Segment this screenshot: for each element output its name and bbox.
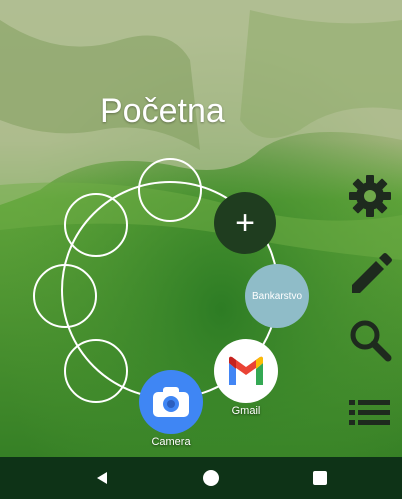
gmail-app-button[interactable] bbox=[214, 339, 278, 403]
app-ring bbox=[61, 181, 279, 399]
empty-slot[interactable] bbox=[138, 158, 202, 222]
navigation-bar bbox=[0, 457, 402, 499]
pencil-icon bbox=[352, 253, 392, 293]
search-button[interactable] bbox=[346, 316, 394, 364]
bank-app-label: Bankarstvo bbox=[251, 290, 303, 302]
empty-slot[interactable] bbox=[64, 193, 128, 257]
nav-home-button[interactable] bbox=[181, 457, 241, 499]
camera-icon bbox=[153, 387, 189, 417]
empty-slot[interactable] bbox=[64, 339, 128, 403]
bank-app-button[interactable]: Bankarstvo bbox=[245, 264, 309, 328]
camera-app-button[interactable] bbox=[139, 370, 203, 434]
gmail-icon bbox=[229, 356, 263, 385]
list-icon bbox=[349, 400, 390, 425]
home-icon bbox=[203, 470, 219, 486]
search-icon bbox=[350, 320, 392, 362]
gear-icon bbox=[349, 175, 391, 217]
empty-slot[interactable] bbox=[33, 264, 97, 328]
back-icon bbox=[97, 472, 107, 484]
add-app-button[interactable]: + bbox=[214, 192, 276, 254]
edit-button[interactable] bbox=[346, 249, 394, 297]
nav-recents-button[interactable] bbox=[290, 457, 350, 499]
recents-icon bbox=[313, 471, 327, 485]
app-list-button[interactable] bbox=[346, 388, 394, 436]
gmail-app-label: Gmail bbox=[231, 405, 261, 417]
nav-back-button[interactable] bbox=[72, 457, 132, 499]
plus-icon: + bbox=[235, 204, 255, 242]
camera-app-label: Camera bbox=[151, 436, 191, 448]
settings-button[interactable] bbox=[346, 172, 394, 220]
